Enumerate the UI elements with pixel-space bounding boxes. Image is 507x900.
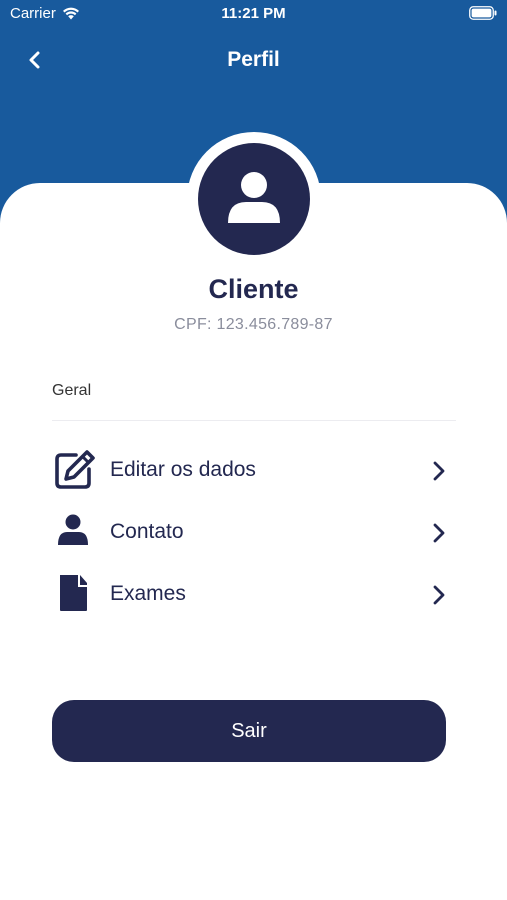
menu-item-contact[interactable]: Contato [52,510,454,562]
menu-item-label: Editar os dados [110,458,256,481]
profile-name: Cliente [208,274,299,304]
person-icon [58,514,88,545]
chevron-right-icon [433,523,445,543]
battery-icon [469,6,497,20]
document-icon [60,575,87,611]
chevron-right-icon [433,461,445,481]
menu-item-label: Contato [110,520,184,543]
menu-item-label: Exames [110,582,186,605]
logout-button[interactable]: Sair [52,700,446,762]
menu-item-edit-data[interactable]: Editar os dados [52,448,454,500]
divider [52,420,456,421]
status-bar: Carrier 11:21 PM [0,0,507,28]
chevron-right-icon [433,585,445,605]
avatar [198,143,310,255]
status-time: 11:21 PM [221,5,286,22]
person-icon [228,172,280,223]
section-label: Geral [52,382,92,399]
edit-icon [55,450,95,489]
menu-item-exams[interactable]: Exames [52,572,454,624]
profile-cpf: CPF: 123.456.789-87 [174,316,333,333]
nav-bar: Perfil [0,40,507,80]
page-title: Perfil [227,48,280,71]
